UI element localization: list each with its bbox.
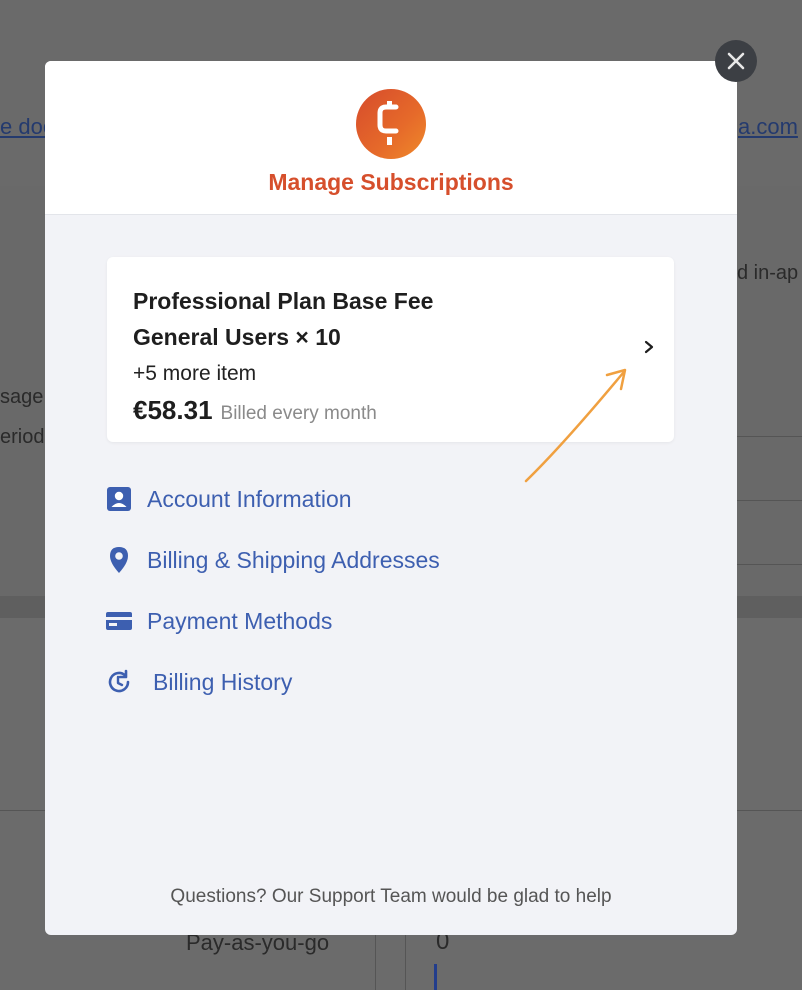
credit-card-icon bbox=[105, 607, 133, 635]
bg-table-line bbox=[737, 564, 802, 565]
bg-text-period: eriod bbox=[0, 426, 45, 448]
menu-item-label: Payment Methods bbox=[147, 607, 333, 634]
bg-chart-bar bbox=[434, 964, 437, 990]
brand-logo-icon bbox=[356, 89, 426, 159]
location-pin-icon bbox=[105, 546, 133, 574]
bg-table-line bbox=[737, 436, 802, 437]
subscription-billing-period: Billed every month bbox=[220, 403, 377, 424]
bg-table-divider bbox=[405, 935, 406, 990]
bg-text-inapp: d in-ap bbox=[737, 262, 799, 284]
bg-email-link: a.com bbox=[738, 114, 798, 139]
subscription-addon: General Users × 10 bbox=[133, 324, 341, 350]
menu-item-billing-shipping-addresses[interactable]: Billing & Shipping Addresses bbox=[105, 540, 440, 580]
bg-table-divider bbox=[375, 935, 376, 990]
account-menu: Account Information Billing & Shipping A… bbox=[105, 479, 440, 723]
close-button[interactable] bbox=[715, 40, 757, 82]
menu-item-account-information[interactable]: Account Information bbox=[105, 479, 440, 519]
menu-item-billing-history[interactable]: Billing History bbox=[105, 662, 440, 702]
subscription-plan-name: Professional Plan Base Fee bbox=[133, 288, 434, 314]
history-icon bbox=[105, 668, 133, 696]
subscription-price: €58.31 bbox=[133, 395, 213, 425]
menu-item-label: Billing & Shipping Addresses bbox=[147, 546, 440, 573]
menu-item-label: Account Information bbox=[147, 485, 352, 512]
modal-title: Manage Subscriptions bbox=[268, 169, 514, 195]
account-card-icon bbox=[105, 485, 133, 513]
menu-item-payment-methods[interactable]: Payment Methods bbox=[105, 601, 440, 641]
chevron-right-icon bbox=[644, 340, 654, 354]
menu-item-label: Billing History bbox=[153, 668, 293, 695]
support-footer-text: Questions? Our Support Team would be gla… bbox=[170, 886, 612, 907]
bg-text-usage: sage bbox=[0, 386, 44, 408]
modal-header: Manage Subscriptions bbox=[45, 61, 737, 215]
annotation-arrow-icon bbox=[524, 368, 627, 483]
close-icon bbox=[727, 52, 745, 70]
manage-subscriptions-modal: Manage Subscriptions Professional Plan B… bbox=[45, 61, 737, 935]
bg-table-line bbox=[737, 500, 802, 501]
